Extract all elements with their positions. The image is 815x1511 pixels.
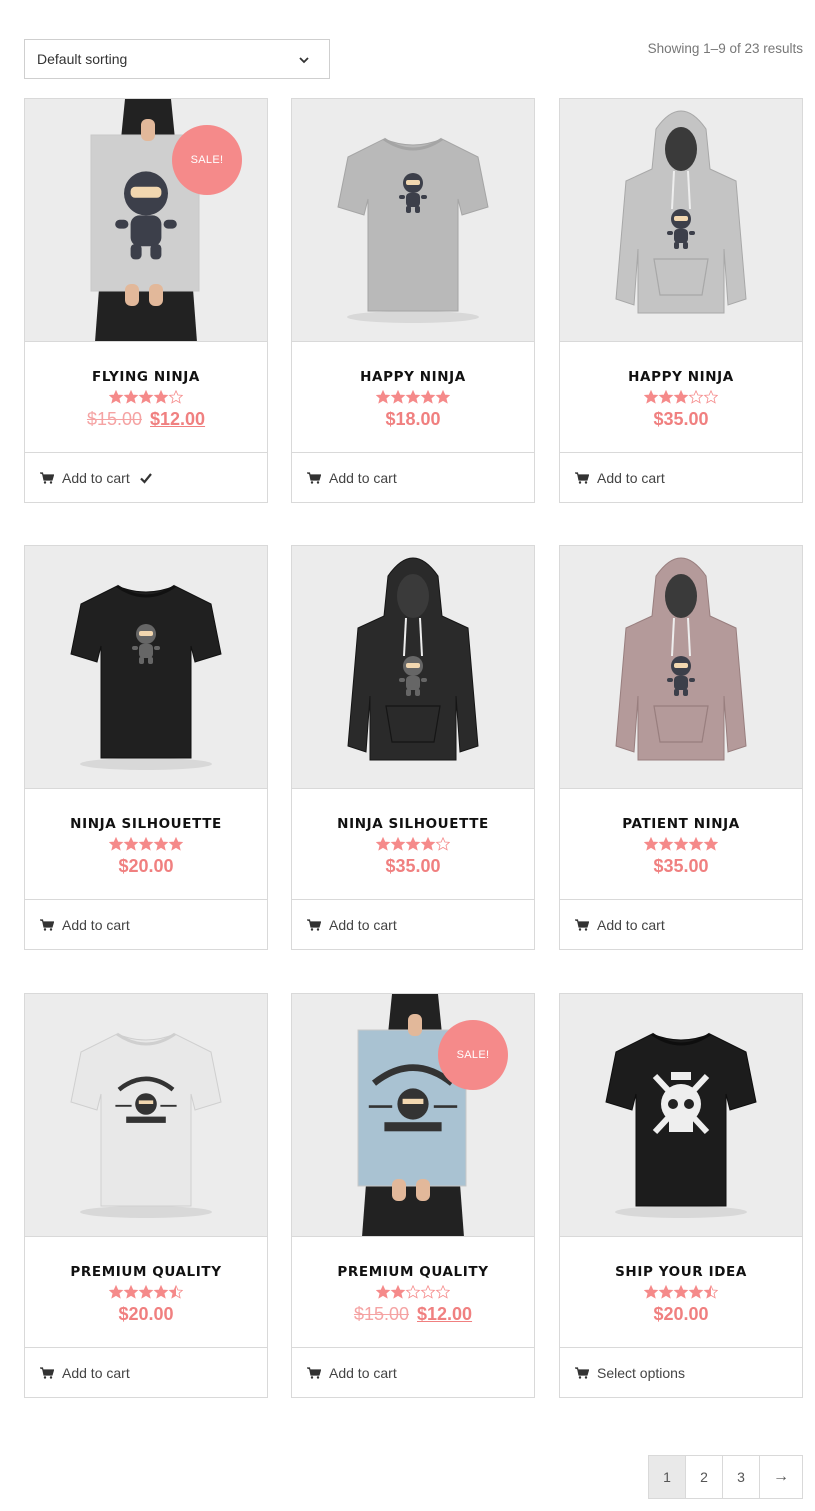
current-price: $35.00 bbox=[653, 856, 709, 876]
add-to-cart-button[interactable]: Add to cart bbox=[25, 899, 267, 949]
button-label: Add to cart bbox=[62, 1364, 130, 1381]
add-to-cart-button[interactable]: Add to cart bbox=[292, 452, 534, 502]
current-price: $12.00 bbox=[417, 1304, 473, 1324]
product-title[interactable]: PREMIUM QUALITY bbox=[292, 1264, 534, 1280]
current-price: $20.00 bbox=[118, 856, 174, 876]
product-price: $15.00 $12.00 bbox=[25, 409, 267, 430]
chevron-down-icon bbox=[299, 57, 309, 64]
next-page-arrow-icon[interactable]: → bbox=[760, 1456, 802, 1498]
product-card[interactable]: PREMIUM QUALITY $20.00 Add to cart bbox=[24, 993, 268, 1398]
product-title[interactable]: NINJA SILHOUETTE bbox=[292, 816, 534, 832]
result-count: Showing 1–9 of 23 results bbox=[647, 41, 803, 56]
product-card[interactable]: SALE! FLYING NINJA $15.00 $12.00 Add to car… bbox=[24, 98, 268, 503]
product-title[interactable]: SHIP YOUR IDEA bbox=[560, 1264, 802, 1280]
product-title[interactable]: HAPPY NINJA bbox=[560, 369, 802, 385]
product-card[interactable]: HAPPY NINJA $35.00 Add to cart bbox=[559, 98, 803, 503]
product-image[interactable] bbox=[292, 99, 534, 342]
add-to-cart-button[interactable]: Add to cart bbox=[560, 452, 802, 502]
cart-icon bbox=[575, 1366, 589, 1379]
current-price: $35.00 bbox=[385, 856, 441, 876]
current-price: $12.00 bbox=[150, 409, 206, 429]
product-price: $15.00 $12.00 bbox=[292, 1304, 534, 1325]
cart-icon bbox=[40, 471, 54, 484]
button-label: Add to cart bbox=[597, 469, 665, 486]
button-label: Add to cart bbox=[329, 1364, 397, 1381]
star-rating bbox=[25, 390, 267, 404]
product-image[interactable] bbox=[560, 99, 802, 342]
add-to-cart-button[interactable]: Add to cart bbox=[560, 899, 802, 949]
star-rating bbox=[560, 837, 802, 851]
button-label: Add to cart bbox=[329, 916, 397, 933]
product-card[interactable]: SHIP YOUR IDEA $20.00 Select options bbox=[559, 993, 803, 1398]
product-title[interactable]: FLYING NINJA bbox=[25, 369, 267, 385]
star-rating bbox=[560, 390, 802, 404]
button-label: Add to cart bbox=[597, 916, 665, 933]
product-card[interactable]: PATIENT NINJA $35.00 Add to cart bbox=[559, 545, 803, 950]
cart-icon bbox=[40, 1366, 54, 1379]
star-rating bbox=[25, 1285, 267, 1299]
cart-icon bbox=[307, 471, 321, 484]
product-title[interactable]: NINJA SILHOUETTE bbox=[25, 816, 267, 832]
product-card[interactable]: SALE! PREMIUM QUALITY $15.00 $12.00 Add to … bbox=[291, 993, 535, 1398]
product-image[interactable] bbox=[25, 994, 267, 1237]
page-link-1[interactable]: 1 bbox=[649, 1456, 686, 1498]
old-price: $15.00 bbox=[353, 1304, 409, 1324]
product-price: $35.00 bbox=[560, 856, 802, 877]
star-rating bbox=[292, 837, 534, 851]
product-image[interactable] bbox=[560, 546, 802, 789]
product-price: $20.00 bbox=[25, 1304, 267, 1325]
star-rating bbox=[292, 1285, 534, 1299]
sale-badge: SALE! bbox=[172, 125, 242, 195]
pagination: 1 2 3 → bbox=[648, 1455, 803, 1499]
button-label: Add to cart bbox=[329, 469, 397, 486]
cart-icon bbox=[40, 918, 54, 931]
current-price: $20.00 bbox=[653, 1304, 709, 1324]
cart-icon bbox=[575, 918, 589, 931]
product-price: $20.00 bbox=[25, 856, 267, 877]
current-price: $20.00 bbox=[118, 1304, 174, 1324]
product-image[interactable] bbox=[292, 546, 534, 789]
select-options-button[interactable]: Select options bbox=[560, 1347, 802, 1397]
product-price: $18.00 bbox=[292, 409, 534, 430]
page-link-3[interactable]: 3 bbox=[723, 1456, 760, 1498]
current-price: $35.00 bbox=[653, 409, 709, 429]
sort-select[interactable]: Default sorting bbox=[24, 39, 330, 79]
product-title[interactable]: HAPPY NINJA bbox=[292, 369, 534, 385]
old-price: $15.00 bbox=[86, 409, 142, 429]
add-to-cart-button[interactable]: Add to cart bbox=[292, 1347, 534, 1397]
star-rating bbox=[560, 1285, 802, 1299]
star-rating bbox=[292, 390, 534, 404]
cart-icon bbox=[307, 918, 321, 931]
sale-badge: SALE! bbox=[438, 1020, 508, 1090]
product-price: $35.00 bbox=[292, 856, 534, 877]
product-price: $20.00 bbox=[560, 1304, 802, 1325]
product-title[interactable]: PATIENT NINJA bbox=[560, 816, 802, 832]
add-to-cart-button[interactable]: Add to cart bbox=[292, 899, 534, 949]
button-label: Add to cart bbox=[62, 916, 130, 933]
cart-icon bbox=[307, 1366, 321, 1379]
button-label: Add to cart bbox=[62, 469, 130, 486]
button-label: Select options bbox=[597, 1364, 685, 1381]
product-image[interactable] bbox=[25, 546, 267, 789]
star-rating bbox=[25, 837, 267, 851]
product-card[interactable]: NINJA SILHOUETTE $35.00 Add to cart bbox=[291, 545, 535, 950]
cart-icon bbox=[575, 471, 589, 484]
sort-select-value: Default sorting bbox=[37, 51, 128, 67]
page-link-2[interactable]: 2 bbox=[686, 1456, 723, 1498]
product-price: $35.00 bbox=[560, 409, 802, 430]
add-to-cart-button[interactable]: Add to cart bbox=[25, 1347, 267, 1397]
product-card[interactable]: HAPPY NINJA $18.00 Add to cart bbox=[291, 98, 535, 503]
current-price: $18.00 bbox=[385, 409, 441, 429]
check-icon bbox=[139, 472, 152, 484]
product-card[interactable]: NINJA SILHOUETTE $20.00 Add to cart bbox=[24, 545, 268, 950]
product-image[interactable] bbox=[560, 994, 802, 1237]
product-title[interactable]: PREMIUM QUALITY bbox=[25, 1264, 267, 1280]
add-to-cart-button[interactable]: Add to cart bbox=[25, 452, 267, 502]
